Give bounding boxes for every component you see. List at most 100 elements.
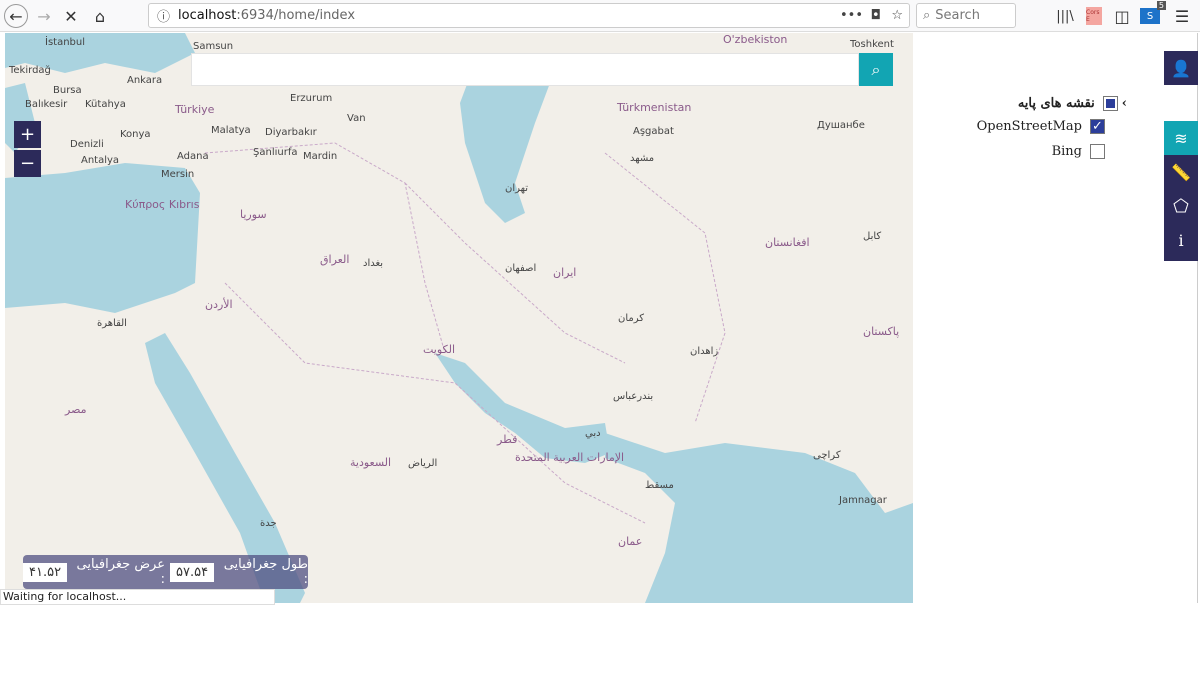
city-label: Kütahya (85, 99, 126, 110)
city-label: Balıkesir (25, 99, 68, 110)
sidebar-toggle-icon[interactable]: ◫ (1112, 4, 1132, 28)
layers-icon: ≋ (1174, 128, 1188, 148)
city-label: Şanlıurfa (253, 147, 298, 158)
city-label: بغداد (363, 258, 384, 269)
back-button[interactable]: ← (4, 4, 28, 28)
city-label: القاهرة (97, 318, 127, 329)
ruler-icon: 📏 (1171, 162, 1191, 182)
city-label: Antalya (81, 155, 120, 166)
city-label: Ankara (127, 75, 163, 86)
city-label: Jamnagar (839, 495, 887, 506)
map-canvas[interactable]: Samsun İstanbul Tekirdağ Ankara Bursa Balıkes… (5, 33, 913, 603)
country-label: السعودية (350, 456, 392, 469)
city-label: Malatya (211, 125, 251, 136)
group-checkbox[interactable] (1102, 96, 1118, 111)
extension-badge: 5 (1156, 1, 1166, 10)
city-label: کرمان (618, 313, 645, 324)
city-label: کراچی (813, 450, 841, 461)
home-button[interactable]: ⌂ (88, 4, 112, 28)
mediterranean-sea (5, 163, 200, 313)
layer-openstreetmap[interactable]: OpenStreetMap ✓ (977, 119, 1105, 134)
openstreetmap-checkbox[interactable]: ✓ (1090, 119, 1105, 134)
search-icon: ⌕ (871, 59, 881, 79)
layer-bing[interactable]: Bing (1052, 144, 1105, 159)
country-label: سوريا (240, 208, 267, 221)
country-label: پاکستان (863, 325, 900, 338)
tool-sidebar: ≋ 📏 ⬠ i (1164, 121, 1198, 261)
city-label: Denizli (70, 139, 104, 150)
city-label: Душанбе (817, 120, 865, 131)
city-label: جدة (260, 518, 277, 529)
browser-toolbar: ← → ✕ ⌂ ⓘ localhost:6934/home/index ••• ◘… (0, 0, 1200, 32)
browser-search-input[interactable]: ⌕ Search (916, 3, 1016, 28)
city-label: Samsun (193, 41, 234, 52)
measure-button[interactable]: 📏 (1171, 155, 1191, 189)
city-label: دبي (585, 428, 601, 439)
city-label: İstanbul (45, 37, 86, 48)
user-icon: 👤 (1171, 58, 1191, 78)
country-label: عمان (618, 535, 643, 548)
layers-button[interactable]: ≋ (1164, 121, 1198, 155)
city-label: Bursa (53, 85, 82, 96)
country-label: Türkiye (175, 103, 215, 116)
city-label: Mersin (161, 169, 195, 180)
city-label: Van (347, 113, 366, 124)
map-basemap (5, 33, 913, 603)
city-label: اصفهان (505, 263, 537, 274)
coordinate-readout: طول جغرافیایی : ۵۷.۵۴ عرض جغرافیایی : ۴۱… (23, 555, 308, 589)
menu-icon[interactable]: ☰ (1172, 4, 1192, 28)
arabian-sea (605, 433, 913, 603)
forward-button[interactable]: → (34, 4, 54, 28)
country-label: مصر (65, 403, 87, 416)
country-label: افغانستان (765, 236, 810, 249)
persian-gulf (435, 353, 610, 463)
city-label: مسقط (645, 480, 674, 491)
city-label: بندرعباس (613, 391, 654, 402)
pocket-icon[interactable]: ◘ (871, 8, 881, 23)
city-label: الرياض (408, 458, 438, 469)
city-label: Konya (120, 129, 151, 140)
city-label: Adana (177, 151, 209, 162)
cors-extension-icon[interactable]: Cors E (1086, 7, 1102, 25)
search-icon: ⌕ (923, 8, 931, 23)
bing-checkbox[interactable] (1090, 144, 1105, 159)
bookmark-star-icon[interactable]: ☆ (891, 8, 903, 23)
zoom-in-button[interactable]: + (14, 121, 41, 148)
info-button[interactable]: i (1178, 223, 1183, 257)
country-label: O'zbekiston (723, 33, 788, 46)
city-label: Mardin (303, 151, 338, 162)
base-layers-group[interactable]: نقشه های پایه ‹ (1018, 96, 1127, 111)
country-label: العراق (320, 253, 350, 266)
city-label: زاهدان (690, 346, 719, 357)
city-label: Aşgabat (633, 126, 674, 137)
draw-polygon-button[interactable]: ⬠ (1173, 189, 1189, 223)
city-label: تهران (505, 183, 529, 194)
url-bar[interactable]: ⓘ localhost:6934/home/index ••• ◘ ☆ (148, 3, 910, 28)
city-label: Tekirdağ (9, 65, 51, 76)
info-icon[interactable]: ⓘ (157, 6, 170, 25)
country-label: Türkmenistan (617, 101, 692, 114)
country-label: Κύπρος Kıbrıs (125, 198, 200, 211)
more-icon[interactable]: ••• (840, 8, 863, 23)
city-label: کابل (863, 231, 882, 242)
user-button[interactable]: 👤 (1164, 51, 1198, 85)
chevron-left-icon[interactable]: ‹ (1122, 96, 1127, 111)
city-label: Toshkent (850, 39, 894, 50)
country-label: الكويت (423, 343, 456, 356)
extension-icon[interactable]: S5 (1140, 1, 1166, 24)
zoom-out-button[interactable]: − (14, 150, 41, 177)
country-label: ایران (553, 266, 577, 279)
map-search-input[interactable] (191, 53, 859, 86)
longitude-value: ۵۷.۵۴ (169, 562, 215, 582)
stop-button[interactable]: ✕ (60, 4, 82, 28)
city-label: Erzurum (290, 93, 333, 104)
latitude-value: ۴۱.۵۲ (23, 562, 68, 582)
country-label: الأردن (205, 298, 233, 311)
country-label: قطر (497, 433, 518, 446)
city-label: Diyarbakır (265, 127, 317, 138)
library-icon[interactable]: |||\ (1055, 4, 1075, 28)
polygon-icon: ⬠ (1173, 195, 1189, 217)
map-search-button[interactable]: ⌕ (859, 53, 893, 86)
city-label: مشهد (630, 153, 655, 164)
status-bar: Waiting for localhost... (0, 589, 275, 605)
